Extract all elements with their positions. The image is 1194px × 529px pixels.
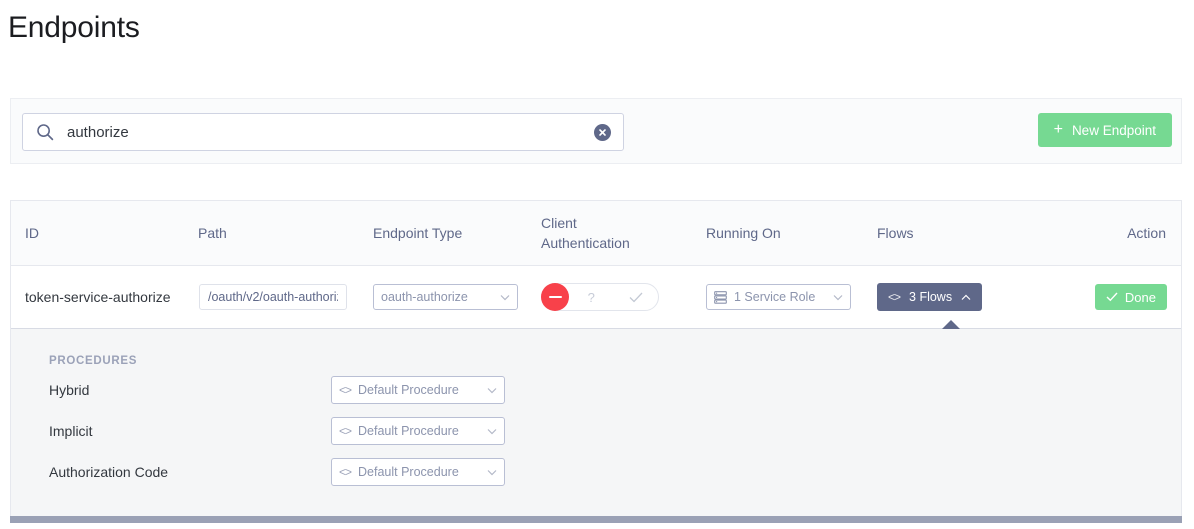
page-title: Endpoints xyxy=(8,8,1194,48)
check-icon xyxy=(1106,292,1118,302)
procedure-select-implicit[interactable]: <> Default Procedure xyxy=(331,417,505,445)
column-header-client-authentication-line1: Client xyxy=(541,215,577,231)
flows-expanded-panel: PROCEDURES Hybrid <> Default Procedure I… xyxy=(11,329,1181,521)
endpoints-table: ID Path Endpoint Type Client Authenticat… xyxy=(10,200,1182,522)
flows-toggle-button[interactable]: <> 3 Flows xyxy=(877,283,982,311)
column-header-endpoint-type: Endpoint Type xyxy=(373,223,462,243)
chevron-down-icon xyxy=(487,387,497,394)
endpoint-type-value: oauth-authorize xyxy=(381,290,493,304)
search-toolbar: + New Endpoint xyxy=(10,98,1182,164)
panel-caret-icon xyxy=(942,320,960,329)
chevron-down-icon xyxy=(833,294,843,301)
procedure-row: Hybrid <> Default Procedure xyxy=(11,372,1181,408)
plus-icon: + xyxy=(1054,122,1063,138)
column-header-action: Action xyxy=(1127,223,1166,243)
procedure-name: Hybrid xyxy=(49,382,331,398)
server-stack-icon xyxy=(714,291,727,304)
search-icon xyxy=(36,123,54,141)
search-field-wrapper[interactable] xyxy=(22,113,624,151)
chevron-down-icon xyxy=(487,428,497,435)
done-label: Done xyxy=(1125,290,1156,305)
check-icon xyxy=(629,292,643,303)
chevron-down-icon xyxy=(487,469,497,476)
code-brackets-icon: <> xyxy=(339,424,351,438)
column-header-id: ID xyxy=(25,223,39,243)
running-on-select[interactable]: 1 Service Role xyxy=(706,284,851,310)
table-row: token-service-authorize oauth-authorize … xyxy=(11,266,1181,329)
procedure-value: Default Procedure xyxy=(358,383,480,397)
client-auth-option-allow[interactable] xyxy=(614,284,659,310)
new-endpoint-label: New Endpoint xyxy=(1072,123,1156,138)
procedure-value: Default Procedure xyxy=(358,424,480,438)
column-header-client-authentication: Client Authentication xyxy=(541,213,651,253)
procedure-row: Authorization Code <> Default Procedure xyxy=(11,454,1181,490)
procedure-name: Authorization Code xyxy=(49,464,331,480)
procedure-name: Implicit xyxy=(49,423,331,439)
code-brackets-icon: <> xyxy=(339,383,351,397)
horizontal-scrollbar[interactable] xyxy=(10,516,1182,523)
column-header-path: Path xyxy=(198,223,227,243)
procedure-select-authorization-code[interactable]: <> Default Procedure xyxy=(331,458,505,486)
search-input[interactable] xyxy=(67,117,594,147)
client-auth-option-unknown[interactable]: ? xyxy=(569,284,614,310)
chevron-up-icon xyxy=(961,294,971,301)
table-header-row: ID Path Endpoint Type Client Authenticat… xyxy=(11,201,1181,266)
procedure-value: Default Procedure xyxy=(358,465,480,479)
procedures-section-title: PROCEDURES xyxy=(11,329,1181,367)
client-authentication-toggle[interactable]: ? xyxy=(541,283,659,311)
cell-endpoint-id: token-service-authorize xyxy=(25,287,175,307)
path-input[interactable] xyxy=(199,284,347,310)
running-on-value: 1 Service Role xyxy=(734,290,826,304)
column-header-client-authentication-line2: Authentication xyxy=(541,235,630,251)
endpoint-type-select[interactable]: oauth-authorize xyxy=(373,284,518,310)
client-auth-option-deny[interactable] xyxy=(541,283,569,311)
procedure-row: Implicit <> Default Procedure xyxy=(11,413,1181,449)
flows-label: 3 Flows xyxy=(909,290,952,304)
chevron-down-icon xyxy=(500,294,510,301)
column-header-running-on: Running On xyxy=(706,223,781,243)
column-header-flows: Flows xyxy=(877,223,914,243)
procedure-select-hybrid[interactable]: <> Default Procedure xyxy=(331,376,505,404)
code-brackets-icon: <> xyxy=(339,465,351,479)
code-brackets-icon: <> xyxy=(888,290,900,304)
done-button[interactable]: Done xyxy=(1095,284,1167,310)
minus-icon xyxy=(549,296,562,299)
new-endpoint-button[interactable]: + New Endpoint xyxy=(1038,113,1172,147)
clear-search-icon[interactable] xyxy=(594,124,611,141)
